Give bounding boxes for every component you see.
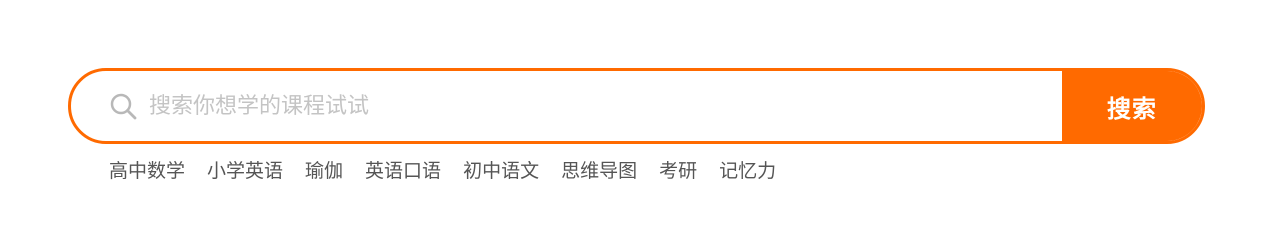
hot-keyword-link[interactable]: 小学英语 (207, 156, 283, 183)
hot-keyword-link[interactable]: 思维导图 (561, 156, 637, 183)
hot-keyword-link[interactable]: 瑜伽 (305, 156, 343, 183)
search-field[interactable] (71, 71, 1062, 141)
search-button[interactable]: 搜索 (1062, 71, 1202, 141)
hot-keyword-link[interactable]: 考研 (659, 156, 697, 183)
search-icon (109, 92, 137, 120)
hot-keyword-link[interactable]: 英语口语 (365, 156, 441, 183)
search-input[interactable] (149, 71, 1062, 141)
hot-keyword-link[interactable]: 记忆力 (719, 156, 776, 183)
hot-keywords: 高中数学 小学英语 瑜伽 英语口语 初中语文 思维导图 考研 记忆力 (109, 155, 798, 183)
hot-keyword-link[interactable]: 初中语文 (463, 156, 539, 183)
search-bar: 搜索 (68, 68, 1205, 144)
hot-keyword-link[interactable]: 高中数学 (109, 156, 185, 183)
